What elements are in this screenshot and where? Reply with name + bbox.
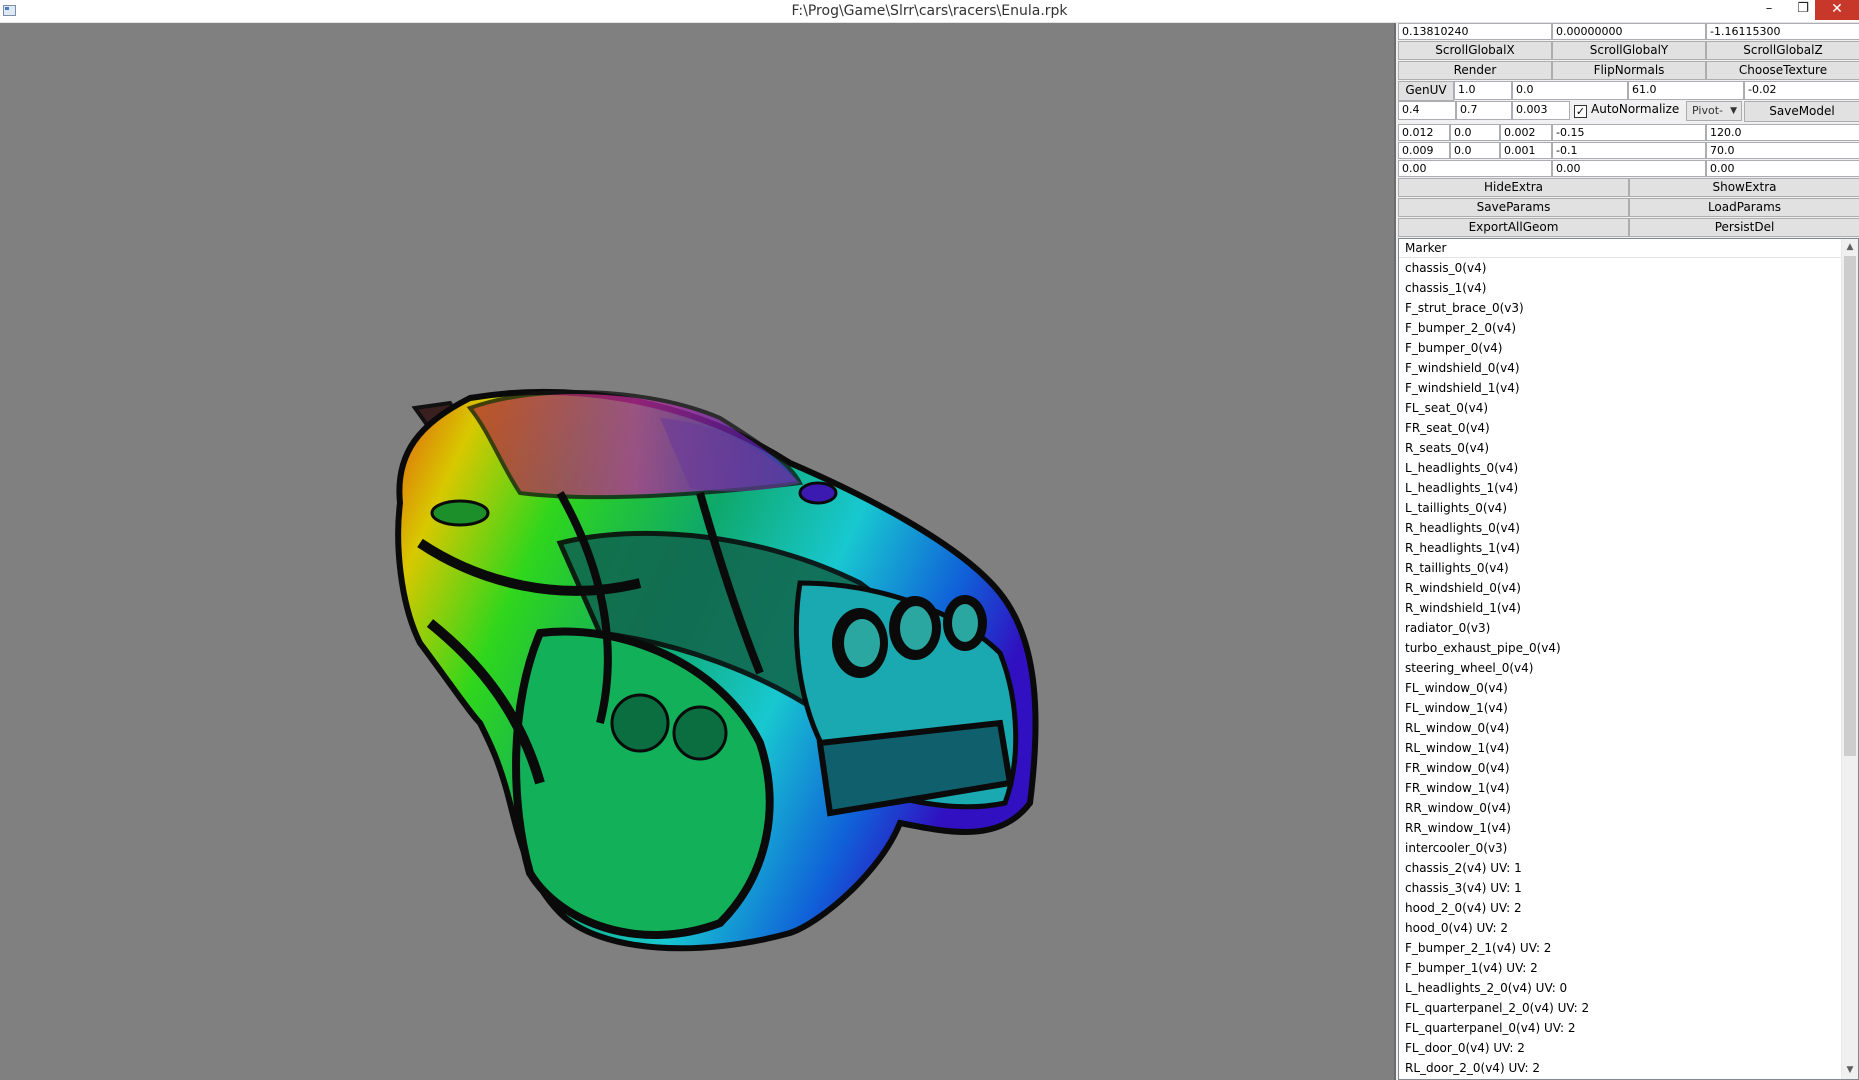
list-item[interactable]: RL_window_1(v4) <box>1399 738 1858 758</box>
list-item[interactable]: chassis_2(v4) UV: 1 <box>1399 858 1858 878</box>
scroll-global-x-button[interactable]: ScrollGlobalX <box>1398 41 1552 60</box>
close-button[interactable]: ✕ <box>1815 0 1859 20</box>
row-b-field-5[interactable]: 70.0 <box>1706 142 1859 159</box>
check-mark-icon: ✓ <box>1574 105 1587 118</box>
row-a-field-3[interactable]: 0.002 <box>1500 124 1552 141</box>
list-item[interactable]: chassis_0(v4) <box>1399 258 1858 278</box>
list-item[interactable]: turbo_exhaust_pipe_0(v4) <box>1399 638 1858 658</box>
row-c-field-2[interactable]: 0.00 <box>1552 160 1706 177</box>
row-b-field-2[interactable]: 0.0 <box>1450 142 1500 159</box>
list-item[interactable]: L_headlights_2_0(v4) UV: 0 <box>1399 978 1858 998</box>
list-item[interactable]: FL_door_0(v4) UV: 2 <box>1399 1038 1858 1058</box>
list-item[interactable]: chassis_3(v4) UV: 1 <box>1399 878 1858 898</box>
row-a-field-5[interactable]: 120.0 <box>1706 124 1859 141</box>
scroll-thumb[interactable] <box>1844 256 1856 756</box>
list-item[interactable]: L_headlights_1(v4) <box>1399 478 1858 498</box>
chevron-down-icon: ▼ <box>1730 106 1737 116</box>
list-item[interactable]: FL_seat_0(v4) <box>1399 398 1858 418</box>
list-item[interactable]: RL_door_2_0(v4) UV: 2 <box>1399 1058 1858 1078</box>
global-z-field[interactable]: -1.16115300 <box>1706 23 1859 40</box>
list-item[interactable]: F_windshield_1(v4) <box>1399 378 1858 398</box>
list-item[interactable]: chassis_1(v4) <box>1399 278 1858 298</box>
window-title: F:\Prog\Game\Slrr\cars\racers\Enula.rpk <box>791 3 1068 19</box>
genuv-field-3[interactable]: 61.0 <box>1628 81 1744 100</box>
row-c-field-3[interactable]: 0.00 <box>1706 160 1859 177</box>
param-field-1[interactable]: 0.4 <box>1398 101 1456 120</box>
title-bar: F:\Prog\Game\Slrr\cars\racers\Enula.rpk … <box>0 0 1859 23</box>
list-item[interactable]: RR_window_1(v4) <box>1399 818 1858 838</box>
row-a-field-1[interactable]: 0.012 <box>1398 124 1450 141</box>
row-b-field-1[interactable]: 0.009 <box>1398 142 1450 159</box>
list-item[interactable]: FL_quarterpanel_2_0(v4) UV: 2 <box>1399 998 1858 1018</box>
list-item[interactable]: F_bumper_0(v4) <box>1399 338 1858 358</box>
list-item[interactable]: R_taillights_0(v4) <box>1399 558 1858 578</box>
list-item[interactable]: F_bumper_2_1(v4) UV: 2 <box>1399 938 1858 958</box>
row-a-field-4[interactable]: -0.15 <box>1552 124 1706 141</box>
persist-del-button[interactable]: PersistDel <box>1629 218 1859 237</box>
auto-normalize-checkbox[interactable]: ✓ AutoNormalize <box>1574 101 1679 118</box>
list-item[interactable]: RL_window_0(v4) <box>1399 718 1858 738</box>
list-item[interactable]: FL_quarterpanel_0(v4) UV: 2 <box>1399 1018 1858 1038</box>
list-item[interactable]: FR_window_0(v4) <box>1399 758 1858 778</box>
control-panel: 0.13810240 0.00000000 -1.16115300 Scroll… <box>1394 23 1859 1080</box>
list-item[interactable]: steering_wheel_0(v4) <box>1399 658 1858 678</box>
gen-uv-button[interactable]: GenUV <box>1398 81 1454 101</box>
list-item[interactable]: R_windshield_1(v4) <box>1399 598 1858 618</box>
param-field-3[interactable]: 0.003 <box>1512 101 1570 120</box>
list-item[interactable]: F_strut_brace_0(v3) <box>1399 298 1858 318</box>
flip-normals-button[interactable]: FlipNormals <box>1552 61 1706 80</box>
scroll-up-icon[interactable]: ▲ <box>1842 239 1858 256</box>
list-item[interactable]: intercooler_0(v3) <box>1399 838 1858 858</box>
list-scrollbar[interactable]: ▲ ▼ <box>1841 239 1858 1079</box>
row-c-field-1[interactable]: 0.00 <box>1398 160 1552 177</box>
global-y-field[interactable]: 0.00000000 <box>1552 23 1706 40</box>
list-item[interactable]: FR_window_1(v4) <box>1399 778 1858 798</box>
genuv-field-1[interactable]: 1.0 <box>1454 81 1512 100</box>
load-params-button[interactable]: LoadParams <box>1629 198 1859 217</box>
pivot-value: Pivot- <box>1692 104 1723 117</box>
model-viewport[interactable] <box>0 23 1394 1080</box>
marker-list[interactable]: Marker chassis_0(v4) chassis_1(v4) F_strut… <box>1398 238 1859 1080</box>
list-item[interactable]: hood_0(v4) UV: 2 <box>1399 918 1858 938</box>
render-button[interactable]: Render <box>1398 61 1552 80</box>
list-item[interactable]: RR_window_0(v4) <box>1399 798 1858 818</box>
scroll-global-z-button[interactable]: ScrollGlobalZ <box>1706 41 1859 60</box>
list-item[interactable]: L_taillights_0(v4) <box>1399 498 1858 518</box>
global-x-field[interactable]: 0.13810240 <box>1398 23 1552 40</box>
genuv-field-2[interactable]: 0.0 <box>1512 81 1628 100</box>
save-params-button[interactable]: SaveParams <box>1398 198 1629 217</box>
show-extra-button[interactable]: ShowExtra <box>1629 178 1859 197</box>
genuv-field-4[interactable]: -0.02 <box>1744 81 1859 100</box>
list-item[interactable]: F_bumper_1(v4) UV: 2 <box>1399 958 1858 978</box>
list-item[interactable]: FL_window_0(v4) <box>1399 678 1858 698</box>
list-item[interactable]: R_headlights_1(v4) <box>1399 538 1858 558</box>
list-item[interactable]: R_windshield_0(v4) <box>1399 578 1858 598</box>
marker-list-header: Marker <box>1399 239 1858 258</box>
marker-rows: chassis_0(v4) chassis_1(v4) F_strut_brace_… <box>1399 258 1858 1078</box>
list-item[interactable]: hood_2_0(v4) UV: 2 <box>1399 898 1858 918</box>
list-item[interactable]: F_bumper_2_0(v4) <box>1399 318 1858 338</box>
auto-normalize-label: AutoNormalize <box>1591 102 1680 116</box>
save-model-button[interactable]: SaveModel <box>1744 101 1859 122</box>
pivot-dropdown[interactable]: Pivot- ▼ <box>1686 101 1742 121</box>
list-item[interactable]: L_headlights_0(v4) <box>1399 458 1858 478</box>
minimize-button[interactable]: – <box>1752 0 1786 20</box>
list-item[interactable]: FR_seat_0(v4) <box>1399 418 1858 438</box>
row-a-field-2[interactable]: 0.0 <box>1450 124 1500 141</box>
scroll-global-y-button[interactable]: ScrollGlobalY <box>1552 41 1706 60</box>
row-b-field-3[interactable]: 0.001 <box>1500 142 1552 159</box>
scroll-down-icon[interactable]: ▼ <box>1842 1062 1858 1079</box>
hide-extra-button[interactable]: HideExtra <box>1398 178 1629 197</box>
param-field-2[interactable]: 0.7 <box>1456 101 1512 120</box>
list-item[interactable]: F_windshield_0(v4) <box>1399 358 1858 378</box>
choose-texture-button[interactable]: ChooseTexture <box>1706 61 1859 80</box>
car-model-render <box>395 388 1039 952</box>
list-item[interactable]: FL_window_1(v4) <box>1399 698 1858 718</box>
list-item[interactable]: R_headlights_0(v4) <box>1399 518 1858 538</box>
export-all-geom-button[interactable]: ExportAllGeom <box>1398 218 1629 237</box>
list-item[interactable]: R_seats_0(v4) <box>1399 438 1858 458</box>
list-item[interactable]: radiator_0(v3) <box>1399 618 1858 638</box>
row-b-field-4[interactable]: -0.1 <box>1552 142 1706 159</box>
